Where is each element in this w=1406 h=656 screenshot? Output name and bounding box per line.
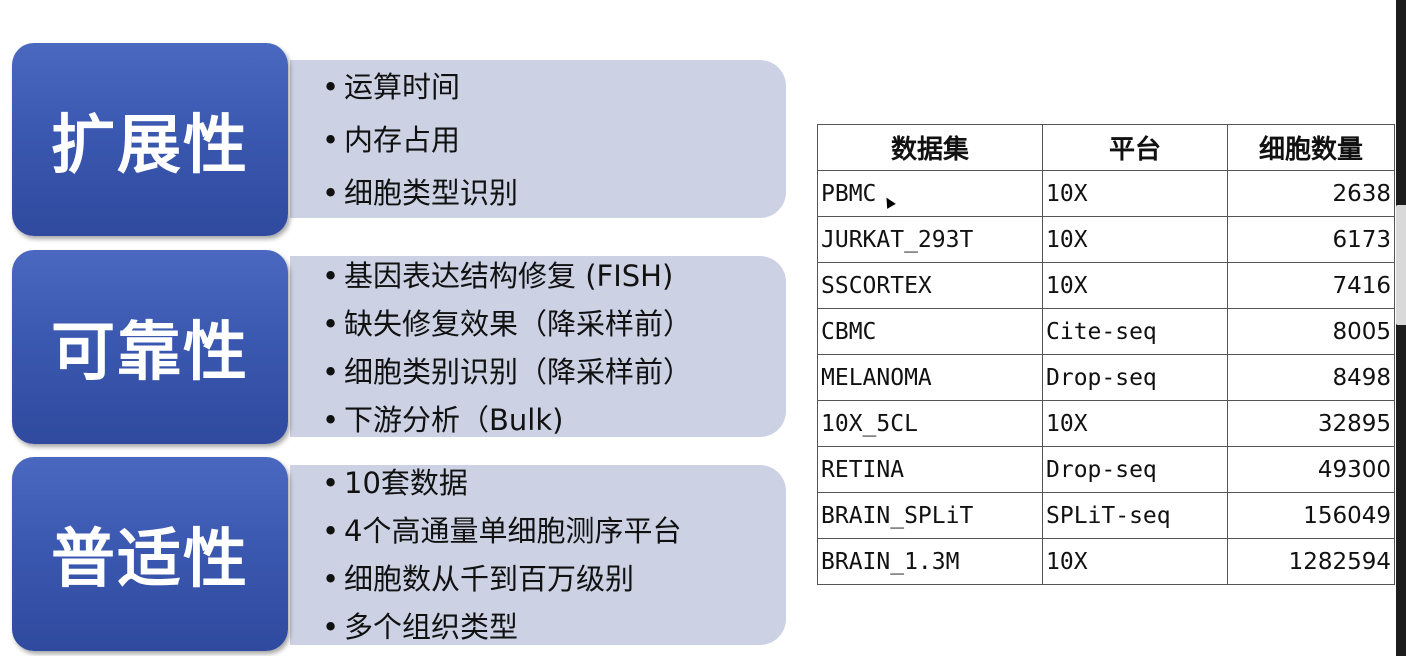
bullet-list-generality: 10套数据 4个高通量单细胞测序平台 细胞数从千到百万级别 多个组织类型 xyxy=(322,463,681,655)
bullet-item: 4个高通量单细胞测序平台 xyxy=(322,511,681,559)
cell-dataset: JURKAT_293T xyxy=(817,216,1043,263)
cell-count: 8005 xyxy=(1227,308,1395,355)
cell-platform: Drop-seq xyxy=(1042,354,1228,401)
cell-dataset: SSCORTEX xyxy=(817,262,1043,309)
table-header-row: 数据集 平台 细胞数量 xyxy=(817,124,1395,171)
cell-count: 7416 xyxy=(1227,262,1395,309)
cell-platform: Drop-seq xyxy=(1042,446,1228,493)
table-row: BRAIN_1.3M 10X 1282594 xyxy=(817,538,1395,585)
bullet-item: 多个组织类型 xyxy=(322,607,681,655)
column-header-platform: 平台 xyxy=(1042,124,1228,171)
bullet-item: 缺失修复效果（降采样前） xyxy=(322,304,692,352)
section-label-scalability: 扩展性 xyxy=(12,43,288,236)
cell-platform: 10X xyxy=(1042,170,1228,217)
dataset-table: 数据集 平台 细胞数量 PBMC 10X 2638 JURKAT_293T 10… xyxy=(817,124,1395,585)
section-label-generality: 普适性 xyxy=(12,457,288,651)
column-header-cell-count: 细胞数量 xyxy=(1227,124,1395,171)
bullet-item: 细胞类别识别（降采样前） xyxy=(322,352,692,400)
bullet-list-reliability: 基因表达结构修复 (FISH) 缺失修复效果（降采样前） 细胞类别识别（降采样前… xyxy=(322,256,692,448)
cell-platform: Cite-seq xyxy=(1042,308,1228,355)
bullet-item: 细胞数从千到百万级别 xyxy=(322,559,681,607)
bullet-item: 基因表达结构修复 (FISH) xyxy=(322,256,692,304)
table-row: PBMC 10X 2638 xyxy=(817,170,1395,217)
cell-platform: 10X xyxy=(1042,538,1228,585)
cell-count: 156049 xyxy=(1227,492,1395,539)
window-edge xyxy=(1396,0,1406,656)
table-row: RETINA Drop-seq 49300 xyxy=(817,446,1395,493)
table-row: CBMC Cite-seq 8005 xyxy=(817,308,1395,355)
cell-count: 1282594 xyxy=(1227,538,1395,585)
cell-count: 2638 xyxy=(1227,170,1395,217)
cell-dataset: CBMC xyxy=(817,308,1043,355)
cell-platform: SPLiT-seq xyxy=(1042,492,1228,539)
cell-dataset: PBMC xyxy=(817,170,1043,217)
table-row: SSCORTEX 10X 7416 xyxy=(817,262,1395,309)
edge-tab[interactable] xyxy=(1396,205,1406,325)
cell-dataset: MELANOMA xyxy=(817,354,1043,401)
bullet-item: 10套数据 xyxy=(322,463,681,511)
table-row: MELANOMA Drop-seq 8498 xyxy=(817,354,1395,401)
bullet-item: 运算时间 xyxy=(322,67,518,120)
cell-dataset: BRAIN_SPLiT xyxy=(817,492,1043,539)
cell-count: 8498 xyxy=(1227,354,1395,401)
cell-dataset: RETINA xyxy=(817,446,1043,493)
column-header-dataset: 数据集 xyxy=(817,124,1043,171)
bullet-item: 细胞类型识别 xyxy=(322,173,518,226)
table-row: JURKAT_293T 10X 6173 xyxy=(817,216,1395,263)
section-label-reliability: 可靠性 xyxy=(12,250,288,444)
bullet-item: 内存占用 xyxy=(322,120,518,173)
cell-count: 49300 xyxy=(1227,446,1395,493)
cell-platform: 10X xyxy=(1042,262,1228,309)
table-row: 10X_5CL 10X 32895 xyxy=(817,400,1395,447)
table-row: BRAIN_SPLiT SPLiT-seq 156049 xyxy=(817,492,1395,539)
cell-platform: 10X xyxy=(1042,216,1228,263)
cell-platform: 10X xyxy=(1042,400,1228,447)
bullet-item: 下游分析（Bulk) xyxy=(322,400,692,448)
bullet-list-scalability: 运算时间 内存占用 细胞类型识别 xyxy=(322,67,518,226)
cell-count: 32895 xyxy=(1227,400,1395,447)
cell-count: 6173 xyxy=(1227,216,1395,263)
cell-dataset: 10X_5CL xyxy=(817,400,1043,447)
cell-dataset: BRAIN_1.3M xyxy=(817,538,1043,585)
